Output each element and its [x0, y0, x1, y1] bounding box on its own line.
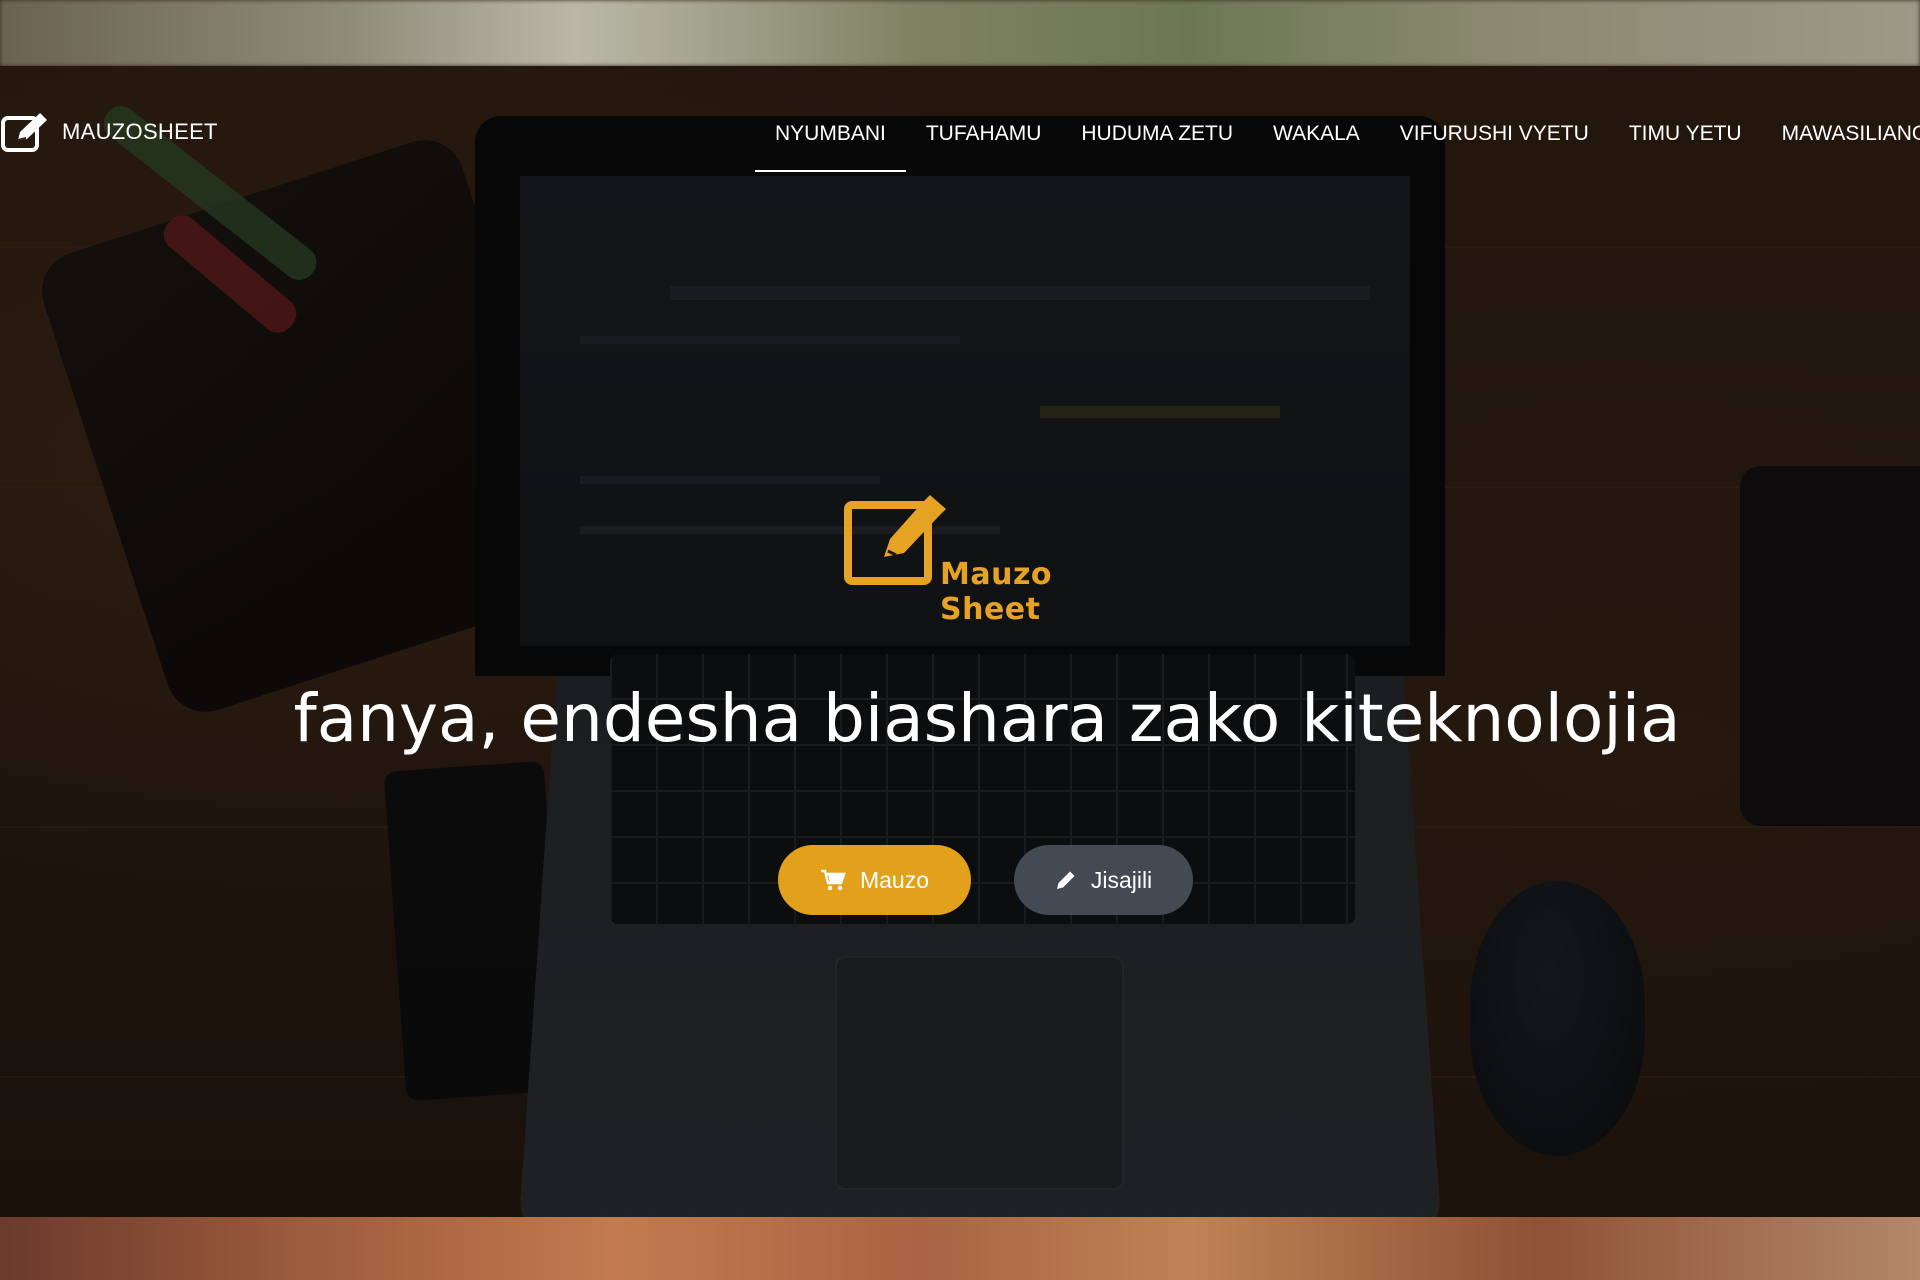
hero-section [0, 66, 1920, 1217]
jisajili-button[interactable]: Jisajili [1014, 845, 1193, 915]
mauzo-button[interactable]: Mauzo [778, 845, 971, 915]
nav-item-mawasiliano[interactable]: MAWASILIANO [1762, 112, 1920, 156]
mauzo-button-label: Mauzo [859, 866, 930, 893]
top-background-strip [0, 0, 1920, 66]
brand-link[interactable]: MAUZOSHEET [0, 110, 218, 154]
nav-item-tufahamu[interactable]: TUFAHAMU [906, 112, 1062, 156]
nav-item-nyumbani[interactable]: NYUMBANI [755, 112, 906, 172]
hero-logo: Mauzo Sheet [840, 495, 1150, 627]
pencil-icon [1056, 871, 1075, 889]
nav-menu: NYUMBANI TUFAHAMU HUDUMA ZETU WAKALA VIF… [755, 112, 1920, 172]
hero-logo-text: Mauzo Sheet [940, 557, 1053, 627]
nav-item-timu-yetu[interactable]: TIMU YETU [1609, 112, 1762, 156]
bottom-background-strip [0, 1217, 1920, 1280]
top-navbar: MAUZOSHEET NYUMBANI TUFAHAMU HUDUMA ZETU… [0, 66, 1920, 176]
nav-item-vifurushi-vyetu[interactable]: VIFURUSHI VYETU [1380, 112, 1609, 156]
hero-dark-overlay [0, 66, 1920, 1217]
cart-icon [820, 869, 846, 891]
brand-name: MAUZOSHEET [62, 119, 218, 144]
nav-item-wakala[interactable]: WAKALA [1253, 112, 1380, 156]
edit-pencil-icon [844, 495, 946, 585]
nav-item-huduma-zetu[interactable]: HUDUMA ZETU [1061, 112, 1253, 156]
edit-square-icon [0, 110, 52, 154]
jisajili-button-label: Jisajili [1090, 866, 1153, 893]
hero-headline: fanya, endesha biashara zako kiteknoloji… [293, 680, 1681, 757]
